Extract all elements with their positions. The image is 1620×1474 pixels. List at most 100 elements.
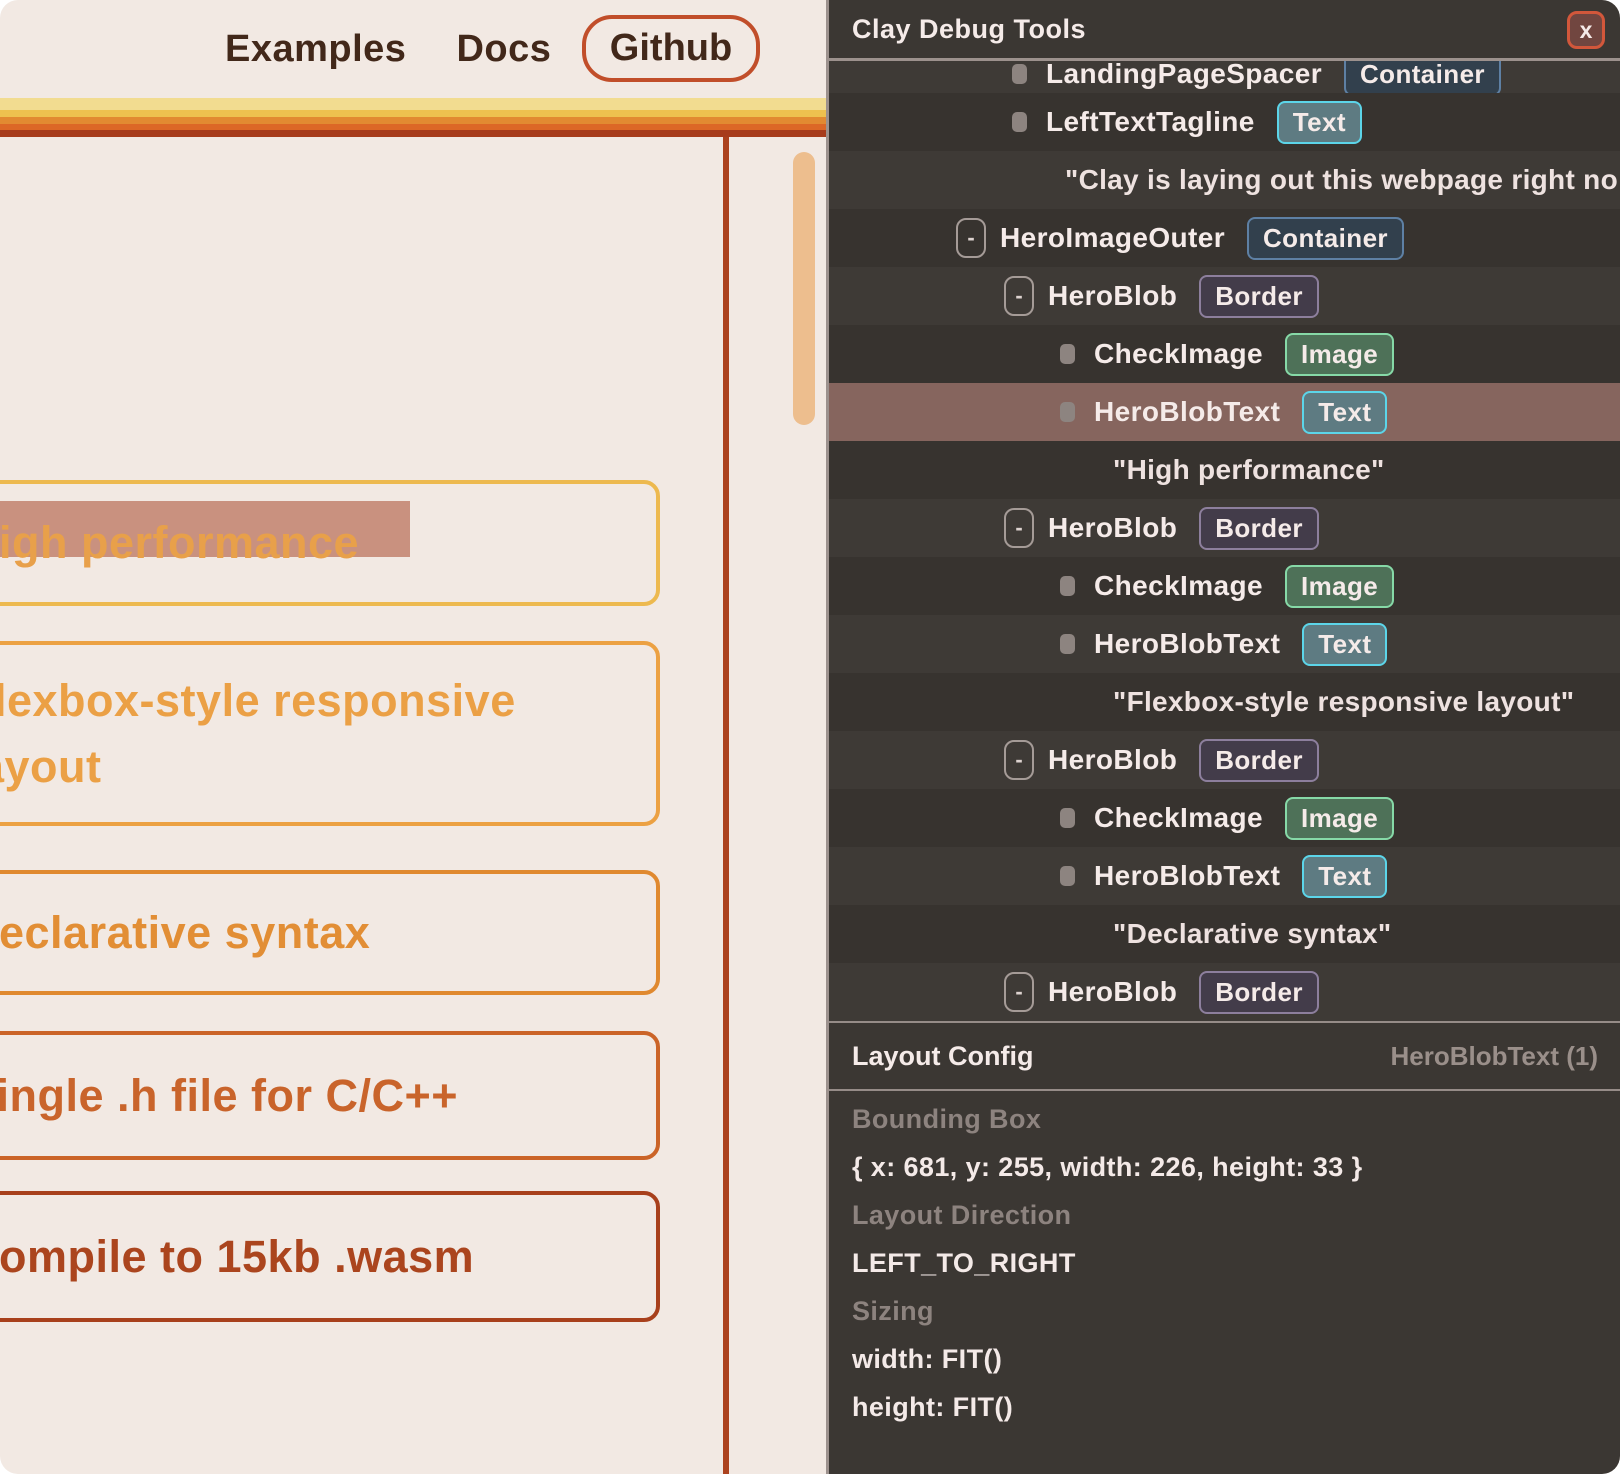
tree-node-label: LeftTextTagline: [1046, 106, 1255, 138]
config-label: Sizing: [852, 1296, 934, 1327]
nav-links: Examples Docs: [225, 28, 551, 71]
tree-node-label: CheckImage: [1094, 338, 1263, 370]
feature-card-text: Compile to 15kb .wasm: [0, 1224, 474, 1289]
nav-link-docs[interactable]: Docs: [456, 28, 551, 71]
text-content-preview: "Declarative syntax": [1113, 918, 1391, 950]
screen: Examples Docs Github High performance Flex…: [0, 0, 1620, 1474]
layout-config-body: Bounding Box { x: 681, y: 255, width: 226…: [829, 1091, 1620, 1431]
tree-node-label: HeroBlobText: [1094, 628, 1280, 660]
tree-quote-row[interactable]: "Flexbox-style responsive layout": [829, 673, 1620, 731]
tree-row-heroblob[interactable]: -HeroBlob Border: [829, 267, 1620, 325]
feature-card: Compile to 15kb .wasm: [0, 1191, 660, 1322]
tree-row-landingpagespacer[interactable]: LandingPageSpacer Container: [829, 61, 1620, 93]
collapse-icon[interactable]: -: [1004, 276, 1034, 316]
type-badge-container: Container: [1247, 217, 1404, 260]
github-button[interactable]: Github: [582, 15, 760, 82]
type-badge-border: Border: [1199, 275, 1319, 318]
config-value: width: FIT(): [852, 1344, 1002, 1375]
debug-panel-header: Clay Debug Tools x: [829, 0, 1620, 58]
config-value-row: width: FIT(): [852, 1335, 1620, 1383]
tree-row-heroblobtext[interactable]: HeroBlobText Text: [829, 383, 1620, 441]
leaf-bullet-icon: [1060, 808, 1075, 828]
config-value-row: height: FIT(): [852, 1383, 1620, 1431]
feature-card-text: Flexbox-style responsive layout: [0, 668, 656, 799]
leaf-bullet-icon: [1060, 866, 1075, 886]
type-badge-image: Image: [1285, 565, 1394, 608]
text-content-preview: "Clay is laying out this webpage right n…: [1065, 164, 1620, 196]
tree-row-checkimage[interactable]: CheckImage Image: [829, 325, 1620, 383]
tree-row-heroblobtext[interactable]: HeroBlobText Text: [829, 615, 1620, 673]
tree-node-label: HeroBlob: [1048, 280, 1177, 312]
tree-node-label: HeroBlobText: [1094, 860, 1280, 892]
feature-card: Flexbox-style responsive layout: [0, 641, 660, 826]
tree-node-label: HeroBlob: [1048, 744, 1177, 776]
feature-card: High performance: [0, 480, 660, 606]
tree-node-label: HeroBlob: [1048, 976, 1177, 1008]
collapse-icon[interactable]: -: [1004, 740, 1034, 780]
leaf-bullet-icon: [1012, 112, 1027, 132]
tree-row-heroblob[interactable]: -HeroBlob Border: [829, 499, 1620, 557]
leaf-bullet-icon: [1060, 634, 1075, 654]
text-content-preview: "Flexbox-style responsive layout": [1113, 686, 1574, 718]
tree-node-label: HeroBlob: [1048, 512, 1177, 544]
layout-config-header: Layout Config HeroBlobText (1): [829, 1023, 1620, 1089]
type-badge-image: Image: [1285, 333, 1394, 376]
tree-row-lefttexttagline[interactable]: LeftTextTagline Text: [829, 93, 1620, 151]
config-section-label: Layout Direction: [852, 1191, 1620, 1239]
tree-node-label: CheckImage: [1094, 802, 1263, 834]
layout-config-title: Layout Config: [852, 1041, 1033, 1072]
selected-element-label: HeroBlobText (1): [1390, 1041, 1598, 1072]
config-value: { x: 681, y: 255, width: 226, height: 33…: [852, 1152, 1362, 1183]
leaf-bullet-icon: [1060, 576, 1075, 596]
leaf-bullet-icon: [1060, 344, 1075, 364]
leaf-bullet-icon: [1060, 402, 1075, 422]
tree-node-label: LandingPageSpacer: [1046, 61, 1322, 90]
tree-quote-row[interactable]: "Declarative syntax": [829, 905, 1620, 963]
config-value: LEFT_TO_RIGHT: [852, 1248, 1076, 1279]
config-section-label: Sizing: [852, 1287, 1620, 1335]
feature-card: Declarative syntax: [0, 870, 660, 995]
close-button[interactable]: x: [1567, 11, 1605, 49]
nav-link-examples[interactable]: Examples: [225, 28, 406, 71]
type-badge-border: Border: [1199, 507, 1319, 550]
collapse-icon[interactable]: -: [956, 218, 986, 258]
tree-node-label: CheckImage: [1094, 570, 1263, 602]
tree-row-heroblob[interactable]: -HeroBlob Border: [829, 963, 1620, 1021]
feature-card-text: High performance: [0, 510, 359, 575]
tree-quote-row[interactable]: "Clay is laying out this webpage right n…: [829, 151, 1620, 209]
config-value-row: LEFT_TO_RIGHT: [852, 1239, 1620, 1287]
page-column-divider: [723, 137, 729, 1474]
clay-debug-panel: Clay Debug Tools x LandingPageSpacer Cont…: [826, 0, 1620, 1474]
tree-row-heroblobtext[interactable]: HeroBlobText Text: [829, 847, 1620, 905]
tree-quote-row[interactable]: "High performance": [829, 441, 1620, 499]
feature-card-text: Declarative syntax: [0, 900, 370, 965]
config-label: Bounding Box: [852, 1104, 1041, 1135]
config-label: Layout Direction: [852, 1200, 1071, 1231]
type-badge-border: Border: [1199, 971, 1319, 1014]
text-content-preview: "High performance": [1113, 454, 1385, 486]
feature-card-text: Single .h file for C/C++: [0, 1063, 458, 1128]
tree-row-checkimage[interactable]: CheckImage Image: [829, 789, 1620, 847]
tree-row-heroblob[interactable]: -HeroBlob Border: [829, 731, 1620, 789]
debug-panel-title: Clay Debug Tools: [852, 14, 1086, 45]
type-badge-image: Image: [1285, 797, 1394, 840]
element-tree: LandingPageSpacerContainerLeftTextTaglin…: [829, 61, 1620, 1021]
collapse-icon[interactable]: -: [1004, 508, 1034, 548]
type-badge-text: Text: [1302, 855, 1387, 898]
config-section-label: Bounding Box: [852, 1095, 1620, 1143]
tree-row-heroimageouter[interactable]: -HeroImageOuter Container: [829, 209, 1620, 267]
type-badge-border: Border: [1199, 739, 1319, 782]
tree-row-checkimage[interactable]: CheckImage Image: [829, 557, 1620, 615]
leaf-bullet-icon: [1012, 64, 1027, 84]
type-badge-text: Text: [1277, 101, 1362, 144]
type-badge-text: Text: [1302, 391, 1387, 434]
config-value-row: { x: 681, y: 255, width: 226, height: 33…: [852, 1143, 1620, 1191]
page-scrollbar-thumb[interactable]: [793, 152, 815, 425]
tree-node-label: HeroImageOuter: [1000, 222, 1225, 254]
config-value: height: FIT(): [852, 1392, 1013, 1423]
type-badge-text: Text: [1302, 623, 1387, 666]
feature-card: Single .h file for C/C++: [0, 1031, 660, 1160]
collapse-icon[interactable]: -: [1004, 972, 1034, 1012]
type-badge-container: Container: [1344, 61, 1501, 93]
tree-node-label: HeroBlobText: [1094, 396, 1280, 428]
